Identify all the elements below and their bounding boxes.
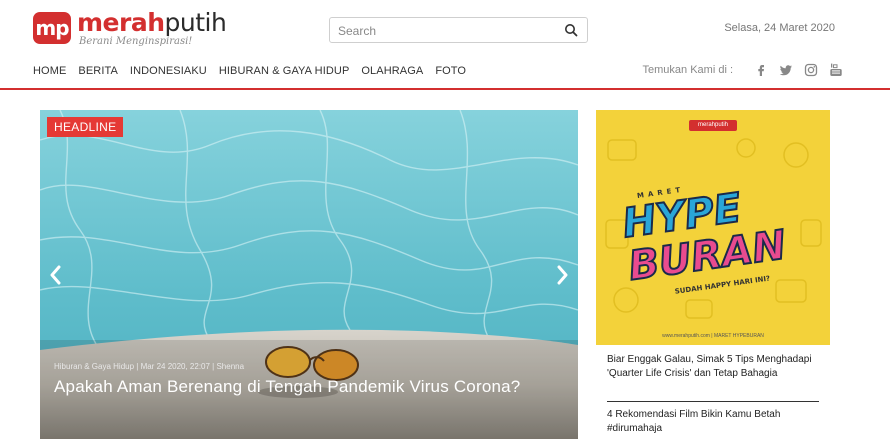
story-divider: [607, 401, 819, 402]
promo-logo: merahputih: [689, 120, 737, 131]
chevron-right-icon[interactable]: [554, 265, 570, 285]
promo-artwork: MARET HYPE BURAN SUDAH HAPPY HARI INI?: [605, 138, 822, 319]
promo-url: www.merahputih.com | MARET HYPEBURAN: [662, 333, 764, 339]
nav-home[interactable]: HOME: [33, 65, 66, 77]
current-date: Selasa, 24 Maret 2020: [724, 22, 835, 34]
sidebar: MARET HYPE BURAN SUDAH HAPPY HARI INI? m…: [596, 110, 830, 439]
header-divider: [0, 88, 890, 90]
twitter-icon[interactable]: [779, 63, 793, 77]
follow-label: Temukan Kami di :: [642, 64, 733, 76]
facebook-icon[interactable]: [754, 63, 768, 77]
headline-badge: HEADLINE: [47, 117, 124, 137]
nav-berita[interactable]: BERITA: [78, 65, 118, 77]
logo-wordmark: merahputih: [77, 8, 227, 37]
nav-hiburan-gaya-hidup[interactable]: HIBURAN & GAYA HIDUP: [219, 65, 350, 77]
promo-banner[interactable]: MARET HYPE BURAN SUDAH HAPPY HARI INI? m…: [596, 110, 830, 345]
nav-foto[interactable]: FOTO: [435, 65, 466, 77]
site-logo[interactable]: mp merahputih Berani Menginspirasi!: [33, 8, 227, 50]
story-link[interactable]: Biar Enggak Galau, Simak 5 Tips Menghada…: [607, 353, 819, 381]
nav-indonesiaku[interactable]: INDONESIAKU: [130, 65, 207, 77]
logo-tagline: Berani Menginspirasi!: [79, 36, 193, 47]
chevron-left-icon[interactable]: [48, 265, 64, 285]
site-header: mp merahputih Berani Menginspirasi! Sela…: [0, 0, 890, 90]
logo-word-red: merah: [77, 8, 165, 37]
headline-slider[interactable]: HEADLINE Hiburan & Gaya Hidup | Mar 24 2…: [40, 110, 578, 439]
story-link[interactable]: 4 Rekomendasi Film Bikin Kamu Betah #dir…: [607, 408, 819, 436]
instagram-icon[interactable]: [804, 63, 818, 77]
search-box: [329, 17, 588, 43]
search-icon[interactable]: [564, 23, 578, 37]
youtube-icon[interactable]: [829, 63, 843, 77]
search-input[interactable]: [338, 22, 558, 39]
headline-title[interactable]: Apakah Aman Berenang di Tengah Pandemik …: [54, 377, 554, 396]
headline-meta: Hiburan & Gaya Hidup | Mar 24 2020, 22:0…: [54, 362, 245, 371]
main-nav: HOME BERITA INDONESIAKU HIBURAN & GAYA H…: [33, 65, 478, 77]
logo-word-dark: putih: [164, 8, 227, 37]
nav-olahraga[interactable]: OLAHRAGA: [361, 65, 423, 77]
logo-mark: mp: [33, 12, 71, 44]
social-follow: Temukan Kami di :: [643, 63, 843, 77]
